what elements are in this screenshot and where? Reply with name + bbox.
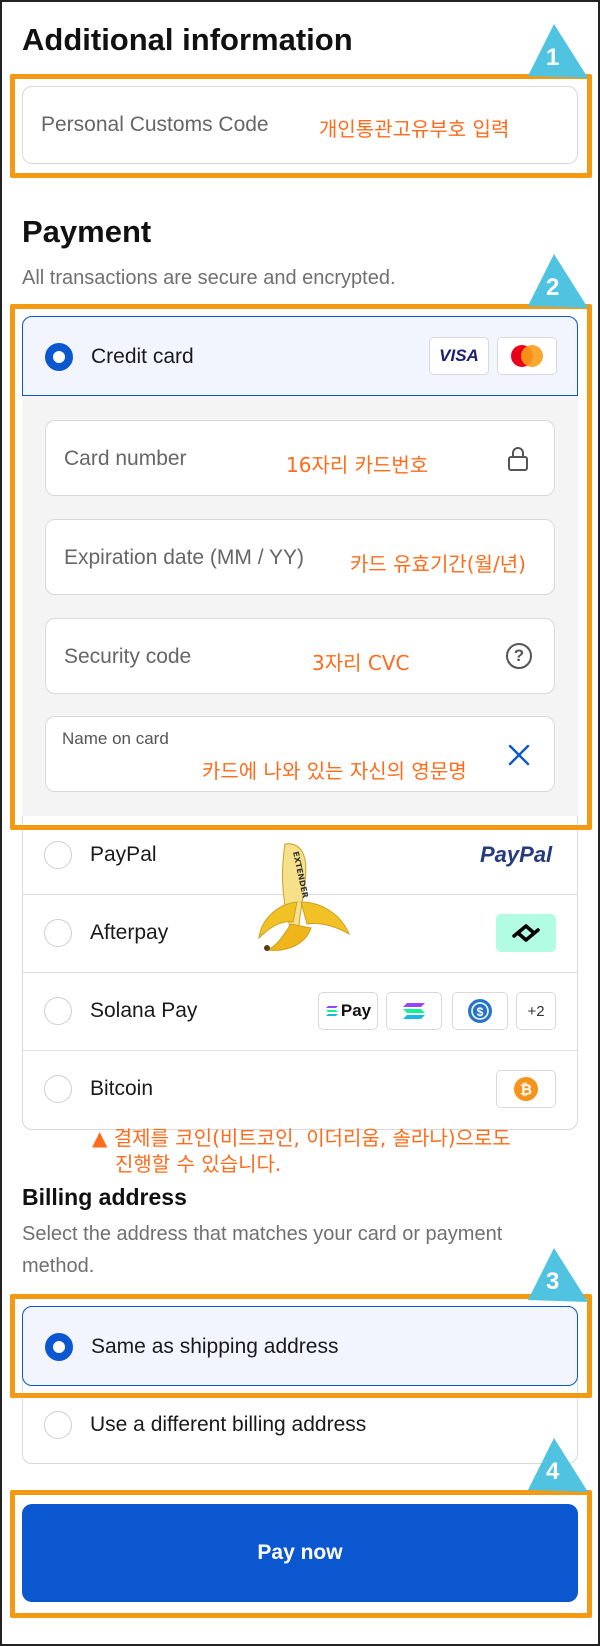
callout-number-2: 2 <box>546 274 560 301</box>
highlight-box-4 <box>10 1490 592 1618</box>
bitcoin-icon: ₿ <box>496 1070 556 1108</box>
paypal-label: PayPal <box>90 843 157 866</box>
solana-icon <box>325 1006 338 1016</box>
paypal-radio[interactable] <box>44 841 72 869</box>
afterpay-radio[interactable] <box>44 919 72 947</box>
billing-address-title: Billing address <box>22 1184 187 1210</box>
callout-number-4: 4 <box>546 1458 560 1485</box>
payment-title: Payment <box>22 214 152 249</box>
banana-watermark-icon: EXTENDER <box>258 843 350 951</box>
solana-pay-option[interactable]: Solana Pay Pay $ +2 <box>22 972 578 1050</box>
solana-pay-radio[interactable] <box>44 997 72 1025</box>
coin-payment-note-line2: 진행할 수 있습니다. <box>115 1152 282 1176</box>
afterpay-label: Afterpay <box>90 921 169 944</box>
coin-payment-note-line1: ▲ 결제를 코인(비트코인, 이더리움, 솔라나)으로도 <box>92 1126 511 1150</box>
solana-icon <box>386 992 442 1030</box>
callout-number-1: 1 <box>546 44 560 71</box>
callout-number-3: 3 <box>546 1268 560 1295</box>
highlight-box-2 <box>10 304 592 830</box>
different-billing-label: Use a different billing address <box>90 1413 367 1436</box>
usdc-icon: $ <box>452 992 508 1030</box>
payment-subtitle: All transactions are secure and encrypte… <box>22 267 396 289</box>
billing-address-subtitle: Select the address that matches your car… <box>22 1223 503 1277</box>
solana-pay-label: Solana Pay <box>90 999 198 1022</box>
highlight-box-1 <box>10 74 592 178</box>
bitcoin-radio[interactable] <box>44 1075 72 1103</box>
svg-text:$: $ <box>477 1005 484 1019</box>
paypal-logo: PayPal <box>480 842 553 867</box>
different-billing-radio[interactable] <box>44 1411 72 1439</box>
bitcoin-label: Bitcoin <box>90 1077 154 1100</box>
solana-pay-chip: Pay <box>318 992 378 1030</box>
more-methods-badge: +2 <box>516 992 556 1030</box>
svg-text:₿: ₿ <box>520 1081 532 1099</box>
bitcoin-option[interactable]: Bitcoin ₿ <box>22 1050 578 1128</box>
highlight-box-3 <box>10 1294 592 1398</box>
additional-info-title: Additional information <box>22 22 353 57</box>
afterpay-logo-icon <box>496 914 556 952</box>
